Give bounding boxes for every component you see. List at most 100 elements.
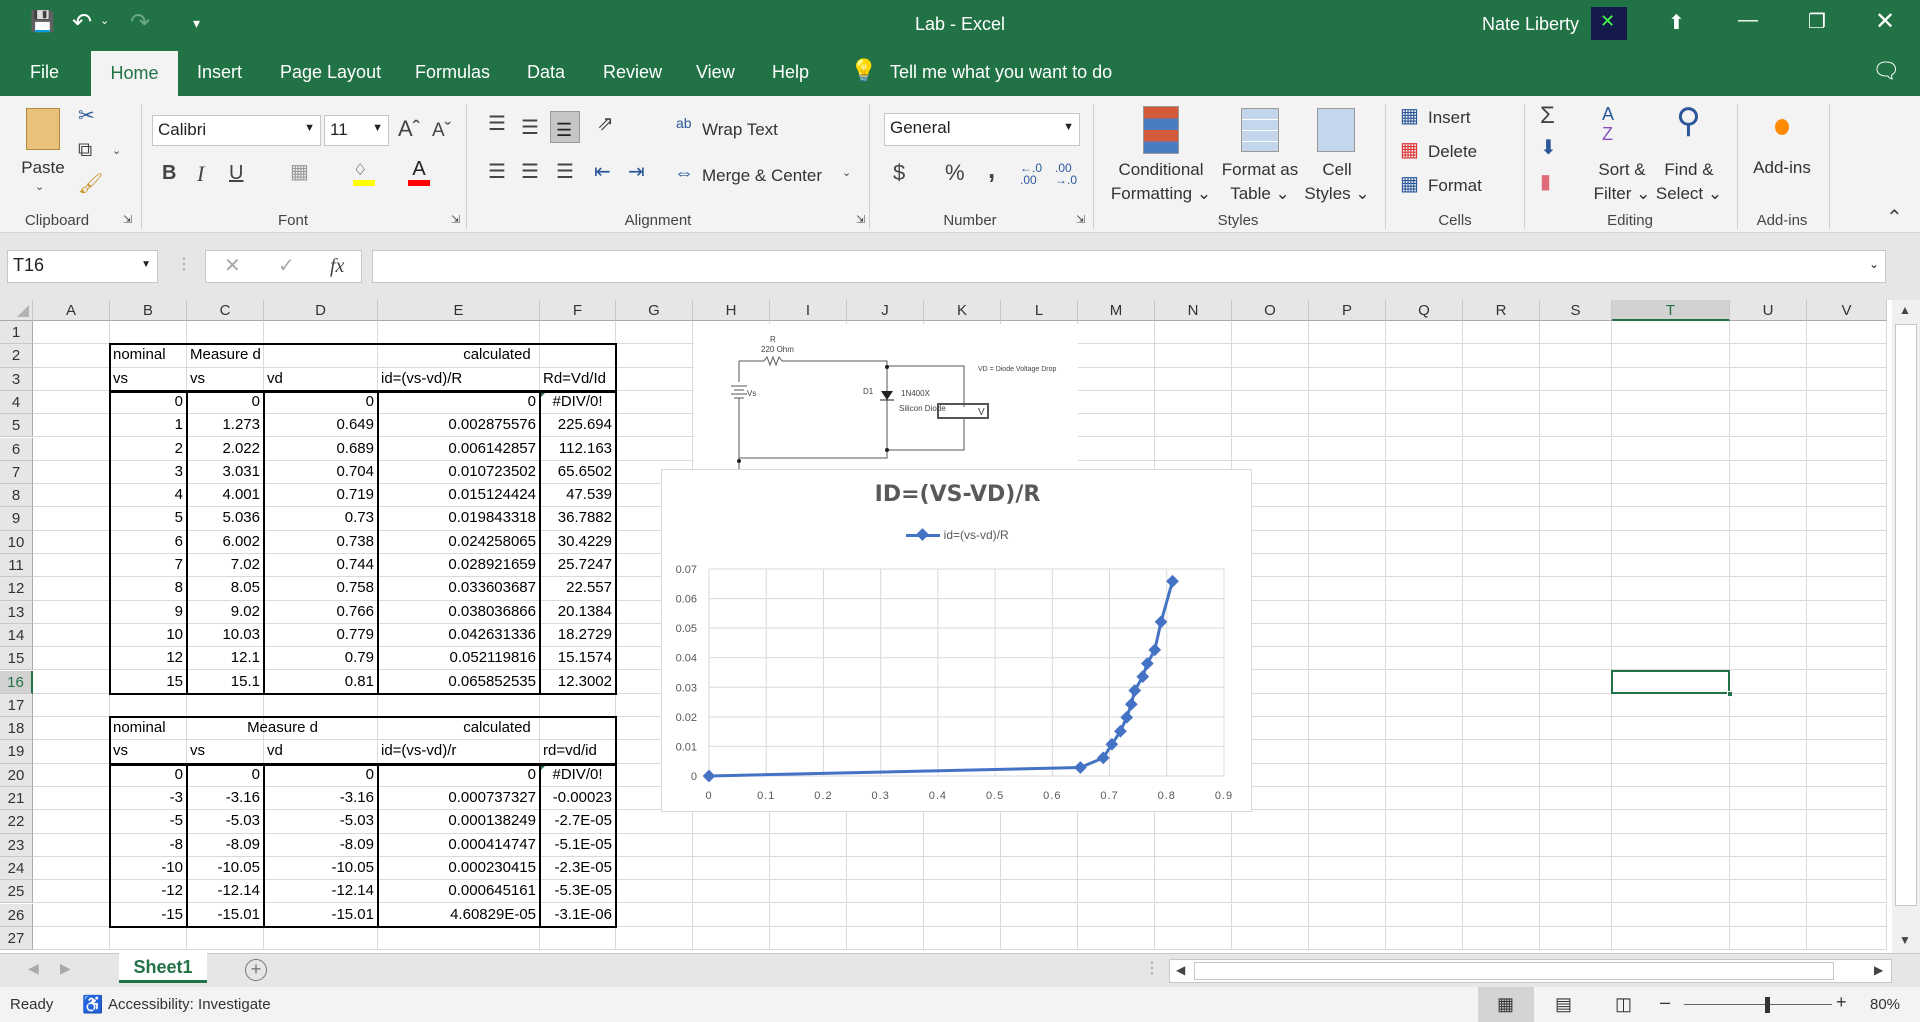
horizontal-scrollbar[interactable]: ◀ ▶: [1169, 959, 1892, 983]
circuit-diagram-image[interactable]: R 220 Ohm Vs D1 1N400X Silicon Diode V V…: [694, 324, 1078, 469]
page-layout-view-icon[interactable]: ▤: [1555, 994, 1572, 1015]
cell-Q3[interactable]: [1386, 367, 1463, 391]
cell-V2[interactable]: [1807, 344, 1887, 368]
cell-G26[interactable]: [616, 903, 693, 927]
cell-T2[interactable]: [1612, 344, 1730, 368]
decrease-indent-icon[interactable]: ⇤: [594, 162, 611, 182]
cell-B17[interactable]: [110, 693, 187, 718]
accessibility-status[interactable]: Accessibility: Investigate: [108, 996, 271, 1013]
user-name[interactable]: Nate Liberty: [1482, 14, 1579, 35]
format-painter-icon[interactable]: 🖌: [78, 174, 103, 194]
cell-R24[interactable]: [1463, 856, 1540, 881]
cell-I23[interactable]: [770, 833, 847, 857]
insert-function-button[interactable]: fx: [330, 256, 344, 276]
cell-Q9[interactable]: [1386, 507, 1463, 531]
align-right-icon[interactable]: ☰: [556, 162, 574, 182]
cell-P6[interactable]: [1309, 437, 1386, 461]
cell-N24[interactable]: [1155, 856, 1232, 881]
cell-H26[interactable]: [693, 903, 770, 927]
cell-U26[interactable]: [1730, 903, 1807, 927]
row-header-8[interactable]: 8: [0, 484, 33, 508]
vertical-scroll-thumb[interactable]: [1895, 324, 1917, 906]
cell-S12[interactable]: [1540, 577, 1612, 601]
cell-D12[interactable]: 0.758: [264, 577, 378, 601]
cell-G25[interactable]: [616, 880, 693, 904]
cell-A17[interactable]: [33, 693, 110, 718]
cell-G6[interactable]: [616, 437, 693, 461]
cell-E8[interactable]: 0.015124424: [378, 484, 540, 508]
cell-A5[interactable]: [33, 414, 110, 438]
currency-button[interactable]: $: [893, 162, 905, 184]
cell-N27[interactable]: [1155, 926, 1232, 951]
cell-A16[interactable]: [33, 670, 110, 694]
cell-T10[interactable]: [1612, 530, 1730, 554]
cell-J22[interactable]: [847, 810, 924, 834]
tab-data[interactable]: Data: [527, 62, 565, 83]
autosum-icon[interactable]: Σ: [1540, 104, 1555, 128]
cell-E20[interactable]: 0: [378, 763, 540, 787]
cell-E3[interactable]: id=(vs-vd)/R: [378, 367, 540, 391]
cell-D14[interactable]: 0.779: [264, 623, 378, 648]
fill-icon[interactable]: ⬇: [1540, 138, 1557, 158]
font-name-dropdown[interactable]: Calibri ▼: [152, 115, 321, 146]
cell-U21[interactable]: [1730, 787, 1807, 811]
cell-S7[interactable]: [1540, 460, 1612, 485]
cell-V23[interactable]: [1807, 833, 1887, 857]
cell-V6[interactable]: [1807, 437, 1887, 461]
cell-U4[interactable]: [1730, 390, 1807, 415]
cell-D1[interactable]: [264, 321, 378, 345]
cell-V8[interactable]: [1807, 484, 1887, 508]
new-sheet-button[interactable]: +: [245, 959, 267, 981]
save-icon[interactable]: 💾: [30, 12, 55, 32]
italic-button[interactable]: I: [197, 163, 204, 185]
cell-D19[interactable]: vd: [264, 740, 378, 764]
cell-F15[interactable]: 15.1574: [540, 647, 616, 671]
cell-M5[interactable]: [1078, 414, 1155, 438]
cell-V13[interactable]: [1807, 600, 1887, 624]
scroll-up-icon[interactable]: ▲: [1899, 304, 1911, 316]
cell-V19[interactable]: [1807, 740, 1887, 764]
cell-P13[interactable]: [1309, 600, 1386, 624]
row-header-23[interactable]: 23: [0, 833, 33, 857]
cell-F21[interactable]: -0.00023: [540, 787, 616, 811]
cell-Q19[interactable]: [1386, 740, 1463, 764]
cell-D8[interactable]: 0.719: [264, 484, 378, 508]
cell-Q16[interactable]: [1386, 670, 1463, 694]
cell-P11[interactable]: [1309, 554, 1386, 578]
cell-R2[interactable]: [1463, 344, 1540, 368]
vertical-scrollbar[interactable]: ▲ ▼: [1892, 300, 1920, 953]
cell-E17[interactable]: [378, 693, 540, 718]
cell-M1[interactable]: [1078, 321, 1155, 345]
cell-C11[interactable]: 7.02: [187, 554, 264, 578]
cell-S15[interactable]: [1540, 647, 1612, 671]
cell-G4[interactable]: [616, 390, 693, 415]
cell-U25[interactable]: [1730, 880, 1807, 904]
bottom-align-button[interactable]: ☰: [550, 111, 580, 143]
insert-cells-button[interactable]: Insert: [1428, 108, 1471, 128]
cell-L23[interactable]: [1001, 833, 1078, 857]
cell-V10[interactable]: [1807, 530, 1887, 554]
shrink-font-icon[interactable]: Aˇ: [432, 121, 451, 140]
row-header-2[interactable]: 2: [0, 344, 33, 368]
cell-E27[interactable]: [378, 926, 540, 951]
cell-A19[interactable]: [33, 740, 110, 764]
increase-indent-icon[interactable]: ⇥: [628, 162, 645, 182]
cell-Q23[interactable]: [1386, 833, 1463, 857]
cell-G1[interactable]: [616, 321, 693, 345]
cancel-icon[interactable]: ✕: [224, 256, 241, 276]
cell-D26[interactable]: -15.01: [264, 903, 378, 927]
cell-T6[interactable]: [1612, 437, 1730, 461]
cell-Q25[interactable]: [1386, 880, 1463, 904]
name-box[interactable]: T16 ▼: [7, 250, 158, 283]
cell-C9[interactable]: 5.036: [187, 507, 264, 531]
comments-icon[interactable]: 🗨: [1872, 58, 1900, 84]
cell-S21[interactable]: [1540, 787, 1612, 811]
cell-P3[interactable]: [1309, 367, 1386, 391]
cell-N26[interactable]: [1155, 903, 1232, 927]
column-header-k[interactable]: K: [924, 300, 1001, 321]
cell-B18[interactable]: nominal: [110, 717, 187, 741]
cell-K27[interactable]: [924, 926, 1001, 951]
cell-U17[interactable]: [1730, 693, 1807, 718]
cell-D25[interactable]: -12.14: [264, 880, 378, 904]
cell-D17[interactable]: [264, 693, 378, 718]
